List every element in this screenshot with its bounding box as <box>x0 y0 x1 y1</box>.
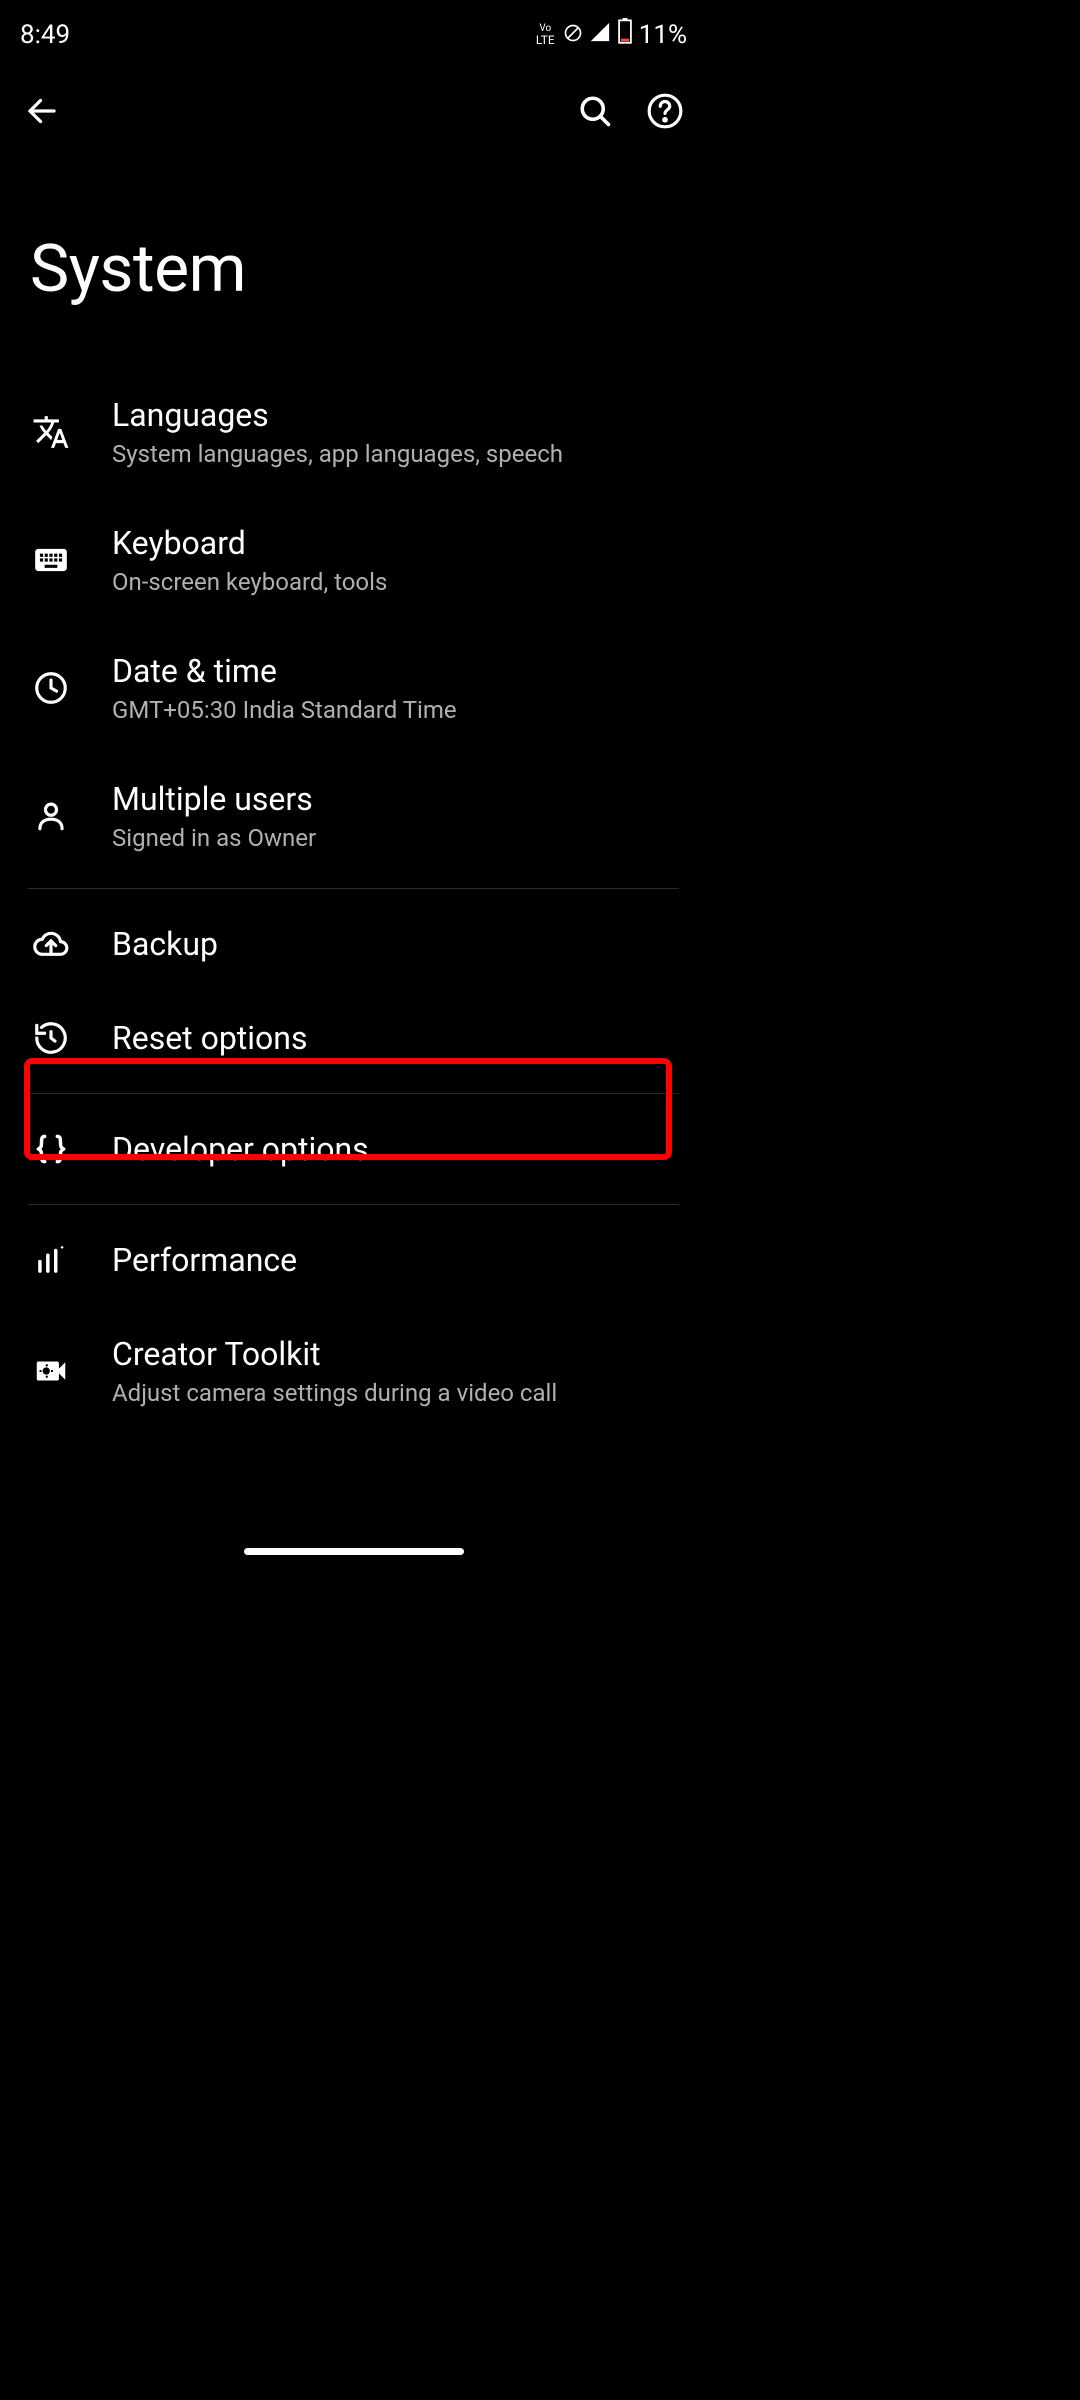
settings-item-creator-toolkit[interactable]: Creator Toolkit Adjust camera settings d… <box>0 1307 707 1435</box>
page-title: System <box>0 153 707 368</box>
back-arrow-icon <box>24 93 60 129</box>
reset-icon <box>28 1015 74 1061</box>
settings-item-title: Developer options <box>112 1130 369 1168</box>
settings-item-languages[interactable]: Languages System languages, app language… <box>0 368 707 496</box>
settings-item-datetime[interactable]: Date & time GMT+05:30 India Standard Tim… <box>0 624 707 752</box>
translate-icon <box>28 409 74 455</box>
status-time: 8:49 <box>20 20 70 50</box>
settings-item-subtitle: System languages, app languages, speech <box>112 440 563 468</box>
settings-item-title: Creator Toolkit <box>112 1335 557 1373</box>
volte-indicator: Vo LTE <box>536 24 555 46</box>
settings-item-multiple-users[interactable]: Multiple users Signed in as Owner <box>0 752 707 880</box>
settings-item-title: Performance <box>112 1241 297 1279</box>
search-button[interactable] <box>573 89 617 133</box>
status-bar: 8:49 Vo LTE 11% <box>0 0 707 63</box>
cloud-upload-icon <box>28 921 74 967</box>
battery-icon <box>617 18 633 51</box>
braces-icon <box>28 1126 74 1172</box>
signal-icon <box>589 20 611 50</box>
settings-list: Languages System languages, app language… <box>0 368 707 1435</box>
settings-item-developer-options[interactable]: Developer options <box>0 1102 707 1196</box>
nav-handle[interactable] <box>244 1548 464 1555</box>
back-button[interactable] <box>20 89 64 133</box>
battery-percent: 11% <box>639 20 687 50</box>
settings-item-title: Multiple users <box>112 780 316 818</box>
settings-item-performance[interactable]: Performance <box>0 1213 707 1307</box>
divider <box>28 1093 679 1094</box>
videocam-settings-icon <box>28 1348 74 1394</box>
settings-item-title: Date & time <box>112 652 457 690</box>
no-data-icon <box>563 20 583 50</box>
settings-item-title: Backup <box>112 925 218 963</box>
settings-item-subtitle: Signed in as Owner <box>112 824 316 852</box>
status-right: Vo LTE 11% <box>536 18 687 51</box>
settings-item-backup[interactable]: Backup <box>0 897 707 991</box>
settings-item-title: Reset options <box>112 1019 307 1057</box>
help-button[interactable] <box>643 89 687 133</box>
divider <box>28 1204 679 1205</box>
settings-item-title: Languages <box>112 396 563 434</box>
app-bar <box>0 63 707 153</box>
divider <box>28 888 679 889</box>
clock-icon <box>28 665 74 711</box>
search-icon <box>577 93 613 129</box>
settings-item-subtitle: GMT+05:30 India Standard Time <box>112 696 457 724</box>
settings-item-keyboard[interactable]: Keyboard On-screen keyboard, tools <box>0 496 707 624</box>
settings-item-title: Keyboard <box>112 524 387 562</box>
keyboard-icon <box>28 537 74 583</box>
settings-item-subtitle: On-screen keyboard, tools <box>112 568 387 596</box>
person-icon <box>28 793 74 839</box>
performance-icon <box>28 1237 74 1283</box>
help-icon <box>646 92 684 130</box>
settings-item-subtitle: Adjust camera settings during a video ca… <box>112 1379 557 1407</box>
settings-item-reset[interactable]: Reset options <box>0 991 707 1085</box>
